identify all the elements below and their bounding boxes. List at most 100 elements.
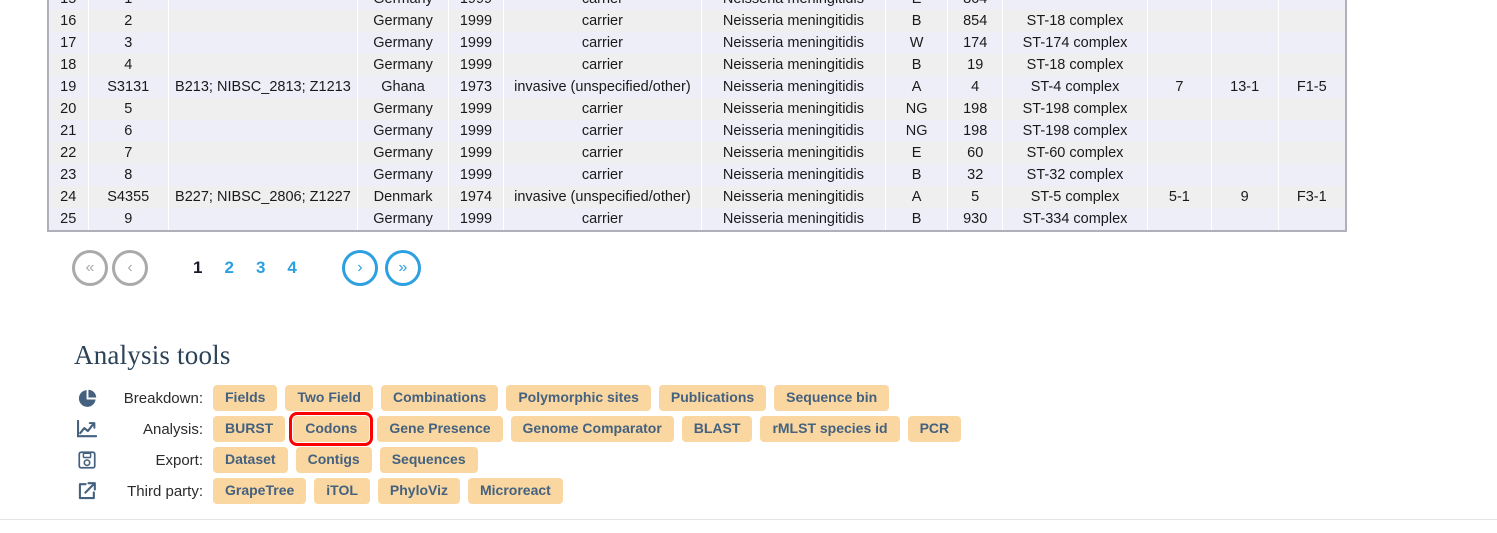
table-cell-year: 1999: [448, 120, 504, 142]
table-cell-aliases: B227; NIBSC_2806; Z1227: [167, 186, 358, 208]
last-page-icon: »: [398, 259, 408, 276]
tool-button-pcr[interactable]: PCR: [907, 416, 962, 442]
page-footer-divider: [0, 519, 1497, 520]
tool-button-group: Fields Two Field Combinations Polymorphic s…: [213, 385, 897, 411]
tool-button-microreact[interactable]: Microreact: [468, 478, 563, 504]
table-cell-serogroup: W: [884, 32, 948, 54]
isolate-id-link[interactable]: 21: [48, 120, 88, 142]
pagination-next-button[interactable]: ›: [341, 250, 378, 286]
isolate-id-link[interactable]: 18: [48, 54, 88, 76]
pagination-page-2[interactable]: 2: [213, 258, 244, 278]
pagination-forward-controls: › »: [341, 250, 428, 286]
isolate-id-link[interactable]: 20: [48, 98, 88, 120]
table-cell-serogroup: A: [884, 186, 948, 208]
table-cell-ST: 854: [947, 10, 1003, 32]
table-cell-PorA_VR1: [1147, 0, 1212, 10]
tool-button-phyloviz[interactable]: PhyloViz: [377, 478, 460, 504]
table-cell-PorA_VR1: [1147, 98, 1212, 120]
tool-button-burst[interactable]: BURST: [213, 416, 286, 442]
table-cell-isolate: 6: [87, 120, 169, 142]
pagination-page-numbers: 1234: [182, 258, 308, 278]
table-cell-isolate: S4355: [87, 186, 169, 208]
table-cell-ST: 198: [947, 120, 1003, 142]
table-cell-PorA_VR1: [1147, 208, 1212, 231]
table-cell-clonal_complex: [1001, 0, 1148, 10]
tool-button-contigs[interactable]: Contigs: [295, 447, 372, 473]
isolates-results-table: 151Germany1999carrierNeisseria meningiti…: [47, 0, 1347, 232]
table-cell-ST: 32: [947, 164, 1003, 186]
tool-button-group: Dataset Contigs Sequences: [213, 447, 486, 473]
table-cell-ST: 4: [947, 76, 1003, 98]
table-cell-FetA_VR: [1277, 98, 1346, 120]
isolate-id-link[interactable]: 25: [48, 208, 88, 231]
tool-button-two-field[interactable]: Two Field: [285, 385, 373, 411]
table-cell-serogroup: B: [884, 10, 948, 32]
tool-row-export: Export: Dataset Contigs Sequences: [74, 447, 1424, 473]
table-cell-disease: carrier: [502, 98, 702, 120]
tool-button-blast[interactable]: BLAST: [681, 416, 753, 442]
tool-row-third-party: Third party: GrapeTree iTOL PhyloViz Microre…: [74, 478, 1424, 504]
table-cell-clonal_complex: ST-4 complex: [1001, 76, 1148, 98]
tool-button-genome-comparator[interactable]: Genome Comparator: [510, 416, 674, 442]
table-cell-disease: carrier: [502, 142, 702, 164]
table-cell-PorA_VR1: [1147, 142, 1212, 164]
table-cell-species: Neisseria meningitidis: [701, 32, 886, 54]
table-cell-species: Neisseria meningitidis: [701, 0, 886, 10]
tool-button-itol[interactable]: iTOL: [314, 478, 370, 504]
table-cell-ST: 198: [947, 98, 1003, 120]
table-cell-country: Germany: [356, 54, 449, 76]
isolate-id-link[interactable]: 23: [48, 164, 88, 186]
table-cell-year: 1999: [448, 164, 504, 186]
table-cell-clonal_complex: ST-60 complex: [1001, 142, 1148, 164]
pagination-page-4[interactable]: 4: [276, 258, 307, 278]
pagination-first-button[interactable]: «: [72, 250, 108, 286]
table-cell-aliases: B213; NIBSC_2813; Z1213: [167, 76, 358, 98]
tool-button-codons[interactable]: Codons: [289, 412, 374, 446]
tool-button-sequence-bin[interactable]: Sequence bin: [774, 385, 890, 411]
table-cell-FetA_VR: [1277, 54, 1346, 76]
tool-button-gene-presence[interactable]: Gene Presence: [377, 416, 503, 442]
tool-button-publications[interactable]: Publications: [658, 385, 767, 411]
isolate-id-link[interactable]: 24: [48, 186, 88, 208]
table-cell-species: Neisseria meningitidis: [701, 142, 886, 164]
table-cell-aliases: [167, 10, 358, 32]
table-cell-PorA_VR1: [1147, 120, 1212, 142]
tool-button-dataset[interactable]: Dataset: [213, 447, 288, 473]
table-cell-disease: carrier: [502, 10, 702, 32]
tool-button-grapetree[interactable]: GrapeTree: [213, 478, 307, 504]
table-cell-PorA_VR1: 5-1: [1147, 186, 1212, 208]
table-cell-disease: invasive (unspecified/other): [502, 186, 702, 208]
pagination-page-3[interactable]: 3: [245, 258, 276, 278]
table-cell-serogroup: E: [884, 0, 948, 10]
tool-button-polymorphic-sites[interactable]: Polymorphic sites: [506, 385, 651, 411]
table-cell-ST: 5: [947, 186, 1003, 208]
pagination-prev-button[interactable]: ‹: [112, 250, 148, 286]
table-cell-FetA_VR: F1-5: [1277, 76, 1346, 98]
table-cell-FetA_VR: [1277, 0, 1346, 10]
table-cell-clonal_complex: ST-5 complex: [1001, 186, 1148, 208]
table-cell-PorA_VR2: 13-1: [1210, 76, 1279, 98]
table-cell-PorA_VR2: [1210, 142, 1279, 164]
table-cell-serogroup: B: [884, 54, 948, 76]
tool-button-combinations[interactable]: Combinations: [380, 385, 499, 411]
table-cell-PorA_VR1: [1147, 164, 1212, 186]
tool-button-sequences[interactable]: Sequences: [379, 447, 478, 473]
isolate-id-link[interactable]: 19: [48, 76, 88, 98]
table-cell-FetA_VR: [1277, 32, 1346, 54]
tool-button-fields[interactable]: Fields: [213, 385, 278, 411]
isolate-id-link[interactable]: 22: [48, 142, 88, 164]
pagination-last-button[interactable]: »: [384, 250, 421, 286]
analysis-tools-section: Analysis tools Breakdown: Fields Two Field…: [74, 340, 1424, 509]
tool-button-rmlst-species-id[interactable]: rMLST species id: [760, 416, 900, 442]
table-cell-ST: 60: [947, 142, 1003, 164]
table-cell-aliases: [167, 54, 358, 76]
isolate-id-link[interactable]: 17: [48, 32, 88, 54]
table-cell-clonal_complex: ST-198 complex: [1001, 120, 1148, 142]
first-page-icon: «: [85, 259, 95, 276]
table-cell-ST: 19: [947, 54, 1003, 76]
table-cell-FetA_VR: F3-1: [1277, 186, 1346, 208]
isolate-id-link[interactable]: 15: [48, 0, 88, 10]
table-cell-isolate: 5: [87, 98, 169, 120]
isolate-id-link[interactable]: 16: [48, 10, 88, 32]
table-cell-PorA_VR2: [1210, 120, 1279, 142]
